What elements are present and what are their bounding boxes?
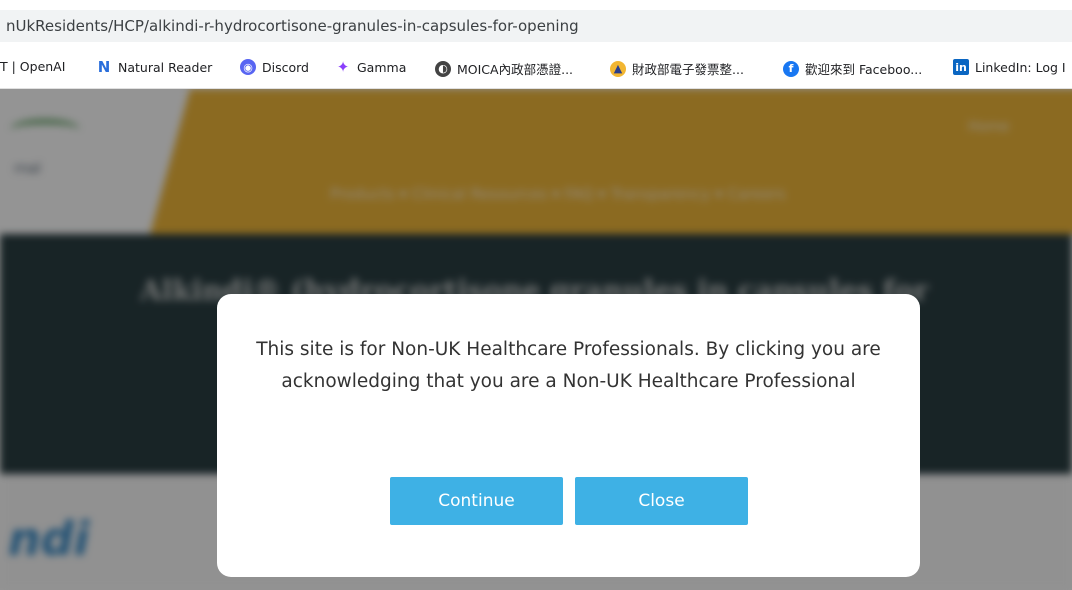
bookmark-label: 歡迎來到 Faceboo...	[805, 62, 923, 77]
bookmark-linkedin[interactable]: in LinkedIn: Log I	[953, 59, 1066, 75]
facebook-icon: f	[783, 60, 799, 77]
bookmark-label: 財政部電子發票整...	[632, 62, 744, 77]
bookmarks-bar: T | OpenAI N Natural Reader ◉ Discord ✦ …	[0, 47, 1072, 89]
discord-icon: ◉	[240, 59, 256, 75]
hcp-confirmation-dialog: This site is for Non-UK Healthcare Profe…	[217, 294, 920, 577]
globe-icon: ◐	[435, 60, 451, 77]
bookmark-label: LinkedIn: Log I	[975, 59, 1066, 75]
bookmark-label: Natural Reader	[118, 59, 213, 75]
bookmark-openai[interactable]: T | OpenAI	[0, 59, 65, 74]
url-field[interactable]: nUkResidents/HCP/alkindi-r-hydrocortison…	[0, 10, 1072, 42]
bookmark-label: Discord	[262, 59, 309, 75]
close-button[interactable]: Close	[575, 477, 748, 525]
bookmark-discord[interactable]: ◉ Discord	[240, 59, 309, 75]
linkedin-icon: in	[953, 59, 969, 75]
gamma-icon: ✦	[336, 58, 350, 76]
dialog-message: This site is for Non-UK Healthcare Profe…	[256, 339, 881, 392]
url-text[interactable]: nUkResidents/HCP/alkindi-r-hydrocortison…	[6, 17, 579, 35]
bookmark-label: T | OpenAI	[0, 59, 66, 74]
bookmark-facebook[interactable]: f 歡迎來到 Faceboo...	[783, 59, 922, 78]
bookmark-moica[interactable]: ◐ MOICA內政部憑證...	[435, 59, 573, 78]
natural-reader-icon: N	[97, 58, 111, 76]
continue-button[interactable]: Continue	[390, 477, 563, 525]
bookmark-label: MOICA內政部憑證...	[457, 62, 574, 77]
address-bar: nUkResidents/HCP/alkindi-r-hydrocortison…	[0, 0, 1072, 47]
bookmark-gamma[interactable]: ✦ Gamma	[335, 58, 407, 76]
bookmark-label: Gamma	[357, 59, 407, 75]
bookmark-invoice[interactable]: ▲ 財政部電子發票整...	[610, 59, 744, 78]
bookmark-natural-reader[interactable]: N Natural Reader	[96, 58, 213, 76]
ministry-icon: ▲	[610, 60, 626, 77]
